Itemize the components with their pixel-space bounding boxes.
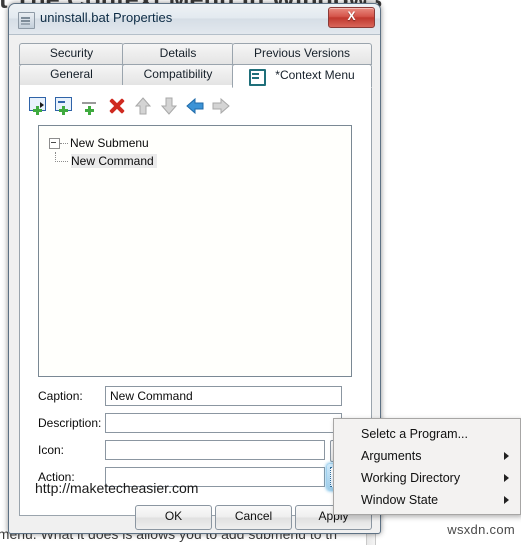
close-icon: X [347,9,356,23]
menu-item-select-a-program[interactable]: Seletc a Program... [334,423,520,445]
arrow-down-icon [160,97,178,115]
menu-item-label: Window State [361,493,439,507]
tree-connector [55,152,68,162]
tab-previous-versions[interactable]: Previous Versions [232,43,372,65]
add-submenu-button[interactable] [28,95,50,117]
plus-icon [33,106,42,115]
icon-row: Icon: ... [20,440,371,462]
move-left-button[interactable] [184,95,206,117]
plus-icon [59,106,68,115]
arrow-right-icon [212,97,230,115]
site-watermark: wsxdn.com [447,522,515,537]
ok-button[interactable]: OK [135,505,212,530]
delete-x-icon [109,98,125,114]
description-label: Description: [38,416,102,430]
description-input[interactable] [105,413,342,433]
tree-item-new-command[interactable]: New Command [55,152,157,169]
close-button[interactable]: X [328,7,375,28]
tab-compatibility[interactable]: Compatibility [122,64,234,86]
submenu-arrow-icon [504,496,509,504]
tree-connector [60,143,68,145]
menu-item-label: Arguments [361,449,422,463]
tab-security[interactable]: Security [19,43,124,65]
tab-context-menu[interactable]: *Context Menu [232,64,372,88]
screenshot-root: it The Context Menu In Windows t menu. W… [0,0,521,545]
tab-general[interactable]: General [19,64,124,86]
tree-item-new-submenu[interactable]: New Submenu [49,135,149,151]
arrow-up-icon [134,97,152,115]
move-up-button[interactable] [132,95,154,117]
properties-dialog: uninstall.bat Properties X Security Deta… [8,3,381,534]
cancel-button[interactable]: Cancel [215,505,292,530]
caption-row: Caption: [20,386,371,408]
menu-item-label: Seletc a Program... [361,427,468,441]
tab-details[interactable]: Details [122,43,234,65]
menu-item-arguments[interactable]: Arguments [334,445,520,467]
panel-watermark-url: http://maketecheasier.com [35,480,199,496]
submenu-arrow-icon [504,474,509,482]
dialog-footer: OK Cancel Apply [9,505,380,533]
script-file-icon [18,12,35,29]
context-menu-icon [249,69,266,86]
description-row: Description: [20,413,371,435]
context-menu-tab-panel: New Submenu New Command Caption: Descrip… [19,85,372,516]
move-right-button[interactable] [210,95,232,117]
collapse-icon[interactable] [49,138,60,149]
menu-treeview[interactable]: New Submenu New Command [38,125,352,377]
submenu-arrow-icon [504,452,509,460]
caption-input[interactable] [105,386,342,406]
add-command-button[interactable] [54,95,76,117]
tree-item-label: New Command [71,154,157,168]
action-context-menu: Seletc a Program... Arguments Working Di… [333,418,521,515]
caption-label: Caption: [38,389,83,403]
menu-item-label: Working Directory [361,471,461,485]
menu-item-window-state[interactable]: Window State [334,489,520,511]
dialog-title: uninstall.bat Properties [40,10,173,25]
separator-line-icon [82,102,96,104]
arrow-left-icon [186,97,204,115]
icon-input[interactable] [105,440,325,460]
dialog-titlebar[interactable]: uninstall.bat Properties X [9,4,380,35]
plus-icon [85,106,94,115]
delete-button[interactable] [106,95,128,117]
icon-label: Icon: [38,443,65,457]
editor-toolbar [28,93,358,119]
menu-item-working-directory[interactable]: Working Directory [334,467,520,489]
tabstrip: Security Details Previous Versions Gener… [19,43,372,88]
move-down-button[interactable] [158,95,180,117]
add-separator-button[interactable] [80,95,102,117]
